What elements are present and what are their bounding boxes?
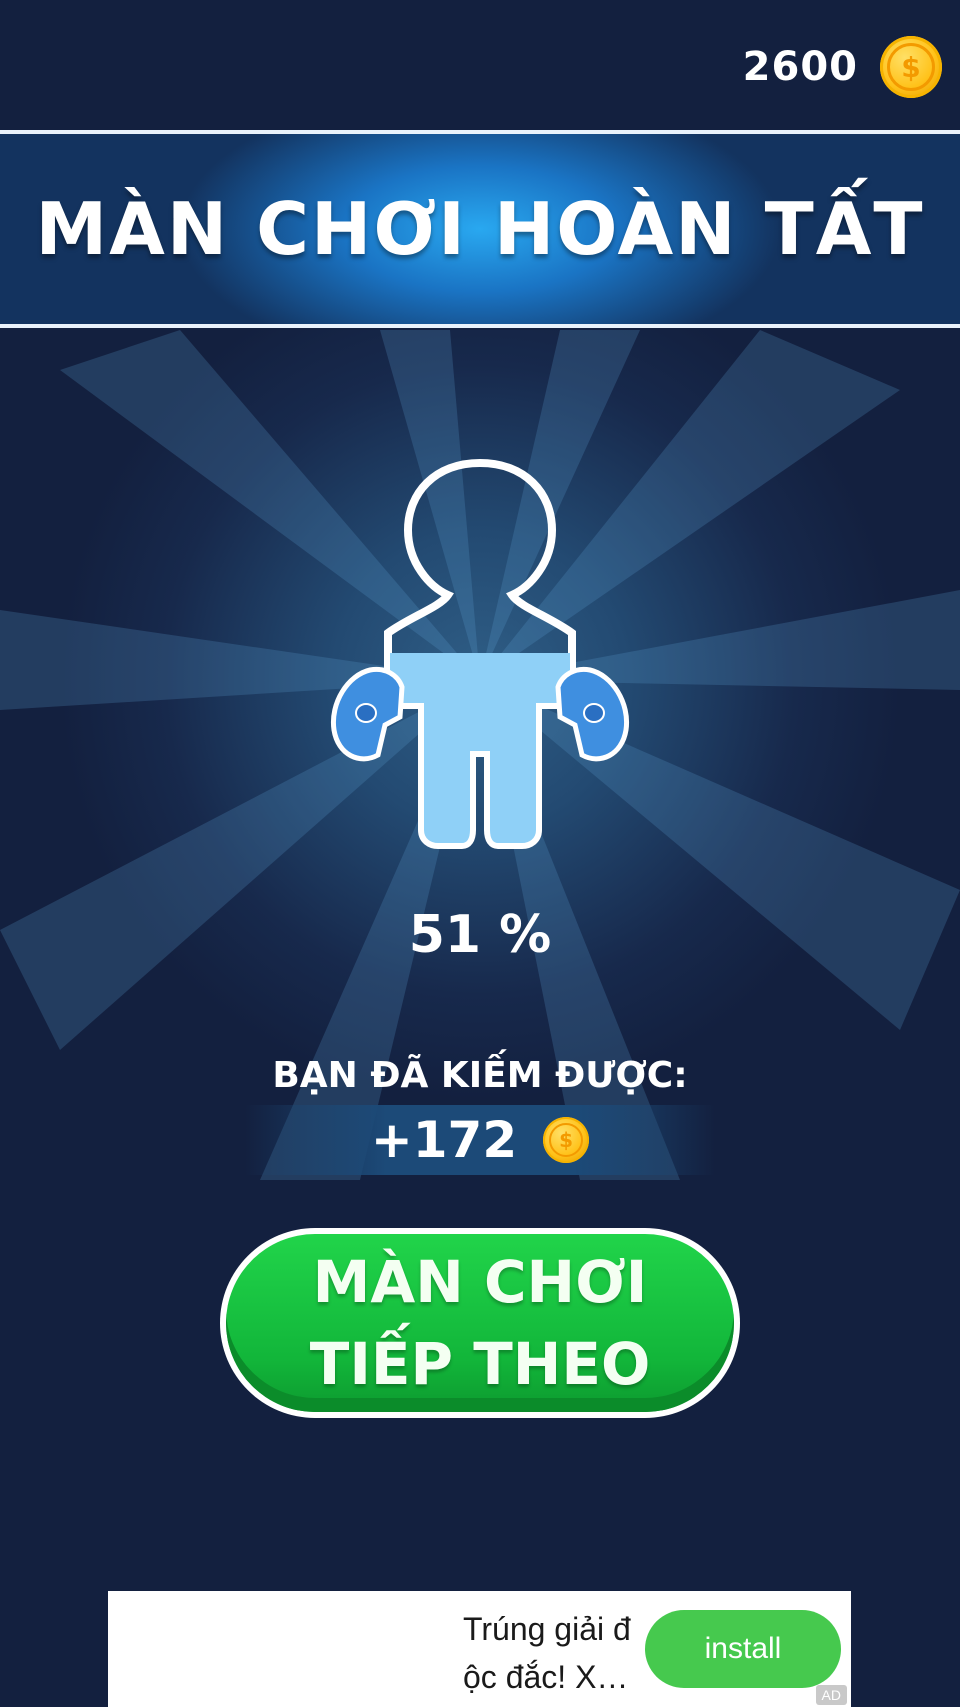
banner-title: MÀN CHƠI HOÀN TẤT xyxy=(35,187,925,271)
left-glove-icon xyxy=(330,666,405,762)
next-level-button-label: MÀN CHƠI TIẾP THEO xyxy=(309,1248,651,1398)
ad-banner[interactable]: Trúng giải đ ộc đắc! X… install AD xyxy=(108,1591,851,1707)
reward-strip: +172 $ xyxy=(245,1105,715,1175)
next-level-button[interactable]: MÀN CHƠI TIẾP THEO xyxy=(220,1228,740,1418)
character-figure-icon xyxy=(330,458,630,849)
coin-balance: 2600 xyxy=(742,44,858,90)
completion-percent: 51 % xyxy=(408,905,552,965)
coin-icon: $ xyxy=(880,36,942,98)
ad-text: Trúng giải đ ộc đắc! X… xyxy=(463,1611,631,1695)
ad-badge: AD xyxy=(815,1685,847,1705)
coin-icon: $ xyxy=(543,1117,590,1163)
coin-counter: 2600 $ xyxy=(743,36,942,98)
earned-label: BẠN ĐÃ KIẾM ĐƯỢC: xyxy=(272,1055,688,1096)
reward-amount: +172 xyxy=(370,1111,518,1169)
level-complete-banner: MÀN CHƠI HOÀN TẤT xyxy=(0,130,960,328)
right-glove-icon xyxy=(555,666,630,762)
ad-install-button[interactable]: install xyxy=(645,1610,841,1688)
